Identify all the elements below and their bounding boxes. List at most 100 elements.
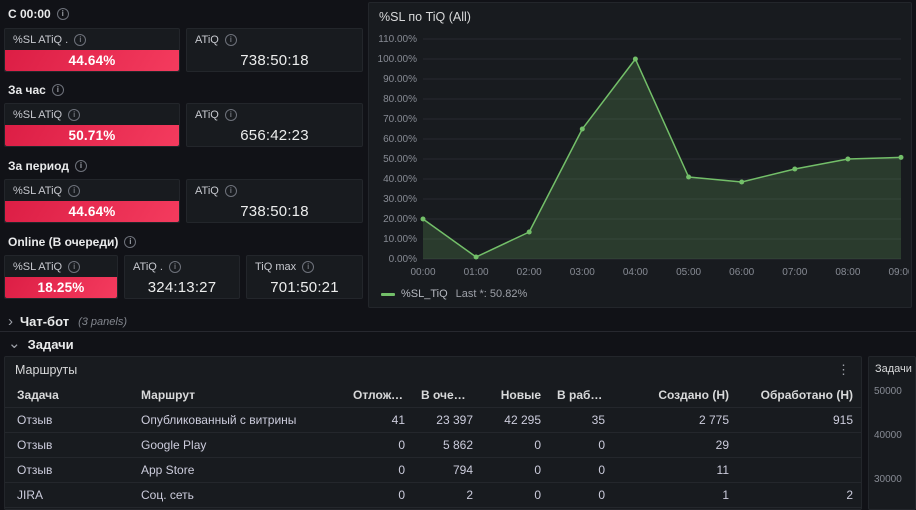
- info-icon[interactable]: i: [68, 108, 81, 121]
- panel-title[interactable]: %SL ATiQ: [13, 109, 62, 121]
- panel-menu-icon[interactable]: ⋮: [834, 362, 853, 378]
- column-header[interactable]: Создано (Н): [613, 383, 737, 408]
- stat-value: 324:13:27: [147, 279, 217, 296]
- panel-title[interactable]: %SL ATiQ .: [13, 34, 68, 46]
- legend-series-name[interactable]: %SL_TiQ: [401, 288, 448, 300]
- timeseries-plot[interactable]: 0.00% 10.00% 20.00% 30.00% 40.00% 50.00% 60.00…: [373, 29, 909, 281]
- info-icon[interactable]: i: [51, 84, 64, 96]
- section-label-from-midnight: С 00:00 i: [8, 6, 69, 22]
- table-cell: Опубликованный с витрины: [133, 407, 345, 433]
- stat-value: 738:50:18: [240, 52, 309, 69]
- section-title: За час: [8, 83, 46, 97]
- panel-title[interactable]: %SL по TiQ (All): [369, 3, 911, 24]
- stat-value: 44.64%: [5, 201, 179, 222]
- column-header[interactable]: Обработано (Н): [737, 383, 861, 408]
- info-icon[interactable]: i: [224, 33, 237, 46]
- section-title: Online (В очереди): [8, 235, 119, 249]
- row-toggle-tasks[interactable]: ⌄ Задачи: [0, 336, 916, 352]
- panel-title[interactable]: %SL ATiQ: [13, 261, 62, 273]
- stat-value: 701:50:21: [270, 279, 339, 296]
- row-toggle-chatbot[interactable]: › Чат-бот (3 panels): [0, 312, 916, 332]
- table-row: Отзыв Google Play 0 5 862 0 0 29: [5, 432, 861, 458]
- info-icon[interactable]: i: [302, 260, 315, 273]
- svg-text:80.00%: 80.00%: [383, 94, 417, 105]
- info-icon[interactable]: i: [224, 184, 237, 197]
- section-title: За период: [8, 159, 69, 173]
- panel-title[interactable]: ATiQ: [195, 109, 219, 121]
- stat-panel-sl-atiq: %SL ATiQ i 18.25%: [4, 255, 118, 299]
- svg-text:07:00: 07:00: [782, 267, 807, 278]
- table-cell: 42 295: [481, 407, 549, 433]
- column-header[interactable]: В очереди ↓: [413, 383, 481, 408]
- svg-text:100.00%: 100.00%: [378, 54, 418, 65]
- stat-value: 18.25%: [5, 277, 117, 298]
- table-cell: Отзыв: [5, 457, 133, 483]
- table-cell: 794: [413, 457, 481, 483]
- table-cell: 0: [549, 457, 613, 483]
- table-cell: 0: [549, 432, 613, 458]
- table-cell: Google Play: [133, 432, 345, 458]
- info-icon[interactable]: i: [68, 184, 81, 197]
- table-cell: 5 862: [413, 432, 481, 458]
- panel-title[interactable]: Маршруты: [15, 363, 77, 377]
- row-title: Чат-бот: [20, 314, 70, 329]
- table-cell: 2 775: [613, 407, 737, 433]
- column-header[interactable]: Задача: [5, 383, 133, 408]
- table-cell: 41: [345, 407, 413, 433]
- axis-tick-label: 50000: [874, 386, 902, 397]
- info-icon[interactable]: i: [68, 260, 81, 273]
- info-icon[interactable]: i: [74, 33, 87, 46]
- stat-panel-sl-atiq: %SL ATiQ . i 44.64%: [4, 28, 180, 72]
- panel-title[interactable]: TiQ max: [255, 261, 296, 273]
- section-label-hour: За час i: [8, 82, 64, 98]
- svg-text:30.00%: 30.00%: [383, 194, 417, 205]
- info-icon[interactable]: i: [74, 160, 87, 172]
- column-header[interactable]: Отложены: [345, 383, 413, 408]
- table-cell: Отзыв: [5, 432, 133, 458]
- svg-text:40.00%: 40.00%: [383, 174, 417, 185]
- section-title: С 00:00: [8, 7, 51, 21]
- svg-text:05:00: 05:00: [676, 267, 701, 278]
- routes-table-panel: Маршруты ⋮ Задача Маршрут Отложены В очеред…: [4, 356, 862, 510]
- table-cell: 0: [481, 432, 549, 458]
- table-cell: 1: [613, 482, 737, 508]
- tasks-chart-panel: Задачи (All 50000 40000 30000: [868, 356, 916, 510]
- stat-panel-atiq: ATiQ i 738:50:18: [186, 179, 363, 223]
- table-cell: JIRA: [5, 482, 133, 508]
- svg-text:20.00%: 20.00%: [383, 214, 417, 225]
- info-icon[interactable]: i: [124, 236, 137, 248]
- panel-title[interactable]: ATiQ: [195, 185, 219, 197]
- chevron-right-icon: ›: [8, 312, 13, 330]
- table-header-row: ЗадачаМаршрутОтложеныВ очереди ↓НовыеВ р…: [5, 383, 861, 408]
- stat-value: 738:50:18: [240, 203, 309, 220]
- svg-text:06:00: 06:00: [729, 267, 754, 278]
- table-cell: [737, 457, 861, 483]
- panel-title[interactable]: ATiQ .: [133, 261, 163, 273]
- chart-legend: %SL_TiQ Last *: 50.82%: [381, 288, 527, 300]
- panel-title[interactable]: Задачи (All: [869, 357, 915, 375]
- stat-value: 44.64%: [5, 50, 179, 71]
- panel-title[interactable]: %SL ATiQ: [13, 185, 62, 197]
- info-icon[interactable]: i: [168, 260, 181, 273]
- column-header[interactable]: Новые: [481, 383, 549, 408]
- section-label-online: Online (В очереди) i: [8, 234, 137, 250]
- table-cell: 915: [737, 407, 861, 433]
- svg-text:10.00%: 10.00%: [383, 234, 417, 245]
- svg-text:0.00%: 0.00%: [389, 254, 417, 265]
- table-cell: 0: [549, 482, 613, 508]
- stat-panel-atiq: ATiQ i 656:42:23: [186, 103, 363, 147]
- table-cell: 2: [413, 482, 481, 508]
- panel-title[interactable]: ATiQ: [195, 34, 219, 46]
- column-header[interactable]: Маршрут: [133, 383, 345, 408]
- table-cell: 11: [613, 457, 737, 483]
- stat-panel-atiq: ATiQ i 738:50:18: [186, 28, 363, 72]
- column-header[interactable]: В работе: [549, 383, 613, 408]
- svg-text:110.00%: 110.00%: [378, 34, 417, 45]
- stat-value: 656:42:23: [240, 127, 309, 144]
- info-icon[interactable]: i: [56, 8, 69, 20]
- table-cell: Соц. сеть: [133, 482, 345, 508]
- row-title: Задачи: [27, 336, 74, 352]
- table-cell: 0: [481, 482, 549, 508]
- info-icon[interactable]: i: [224, 108, 237, 121]
- legend-swatch: [381, 292, 395, 296]
